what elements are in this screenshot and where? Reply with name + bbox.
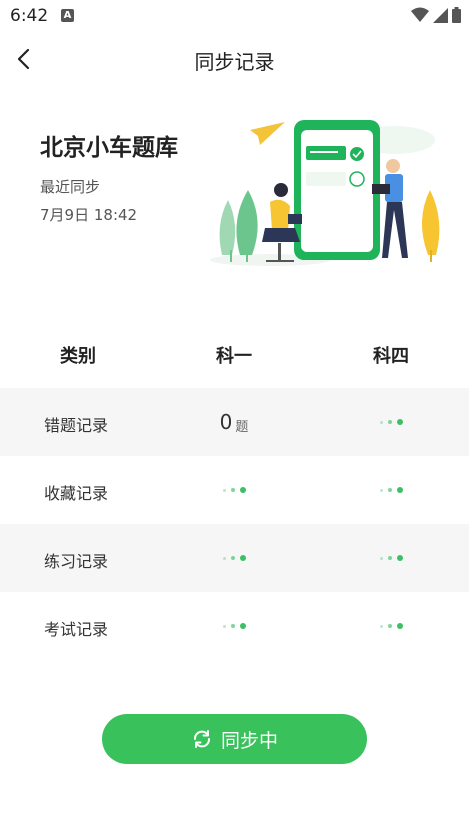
k1-loading-indicator [194,524,274,592]
k1-loading-indicator [194,456,274,524]
status-time: 6:42 [10,6,49,26]
k4-loading-indicator [351,388,431,456]
row-label: 考试记录 [44,620,109,639]
k1-count-cell: 0 题 [194,388,274,456]
column-header-category: 类别 [60,346,96,367]
table-row-practice: 练习记录 [0,524,469,592]
nav-bar: 同步记录 [0,32,469,88]
k1-loading-indicator [194,592,274,660]
table-row-wrong-questions: 错题记录 0 题 [0,388,469,456]
sync-button-label: 同步中 [220,729,278,752]
k4-loading-indicator [351,524,431,592]
page-title: 同步记录 [194,50,275,74]
wifi-icon [411,7,429,22]
k4-loading-indicator [351,592,431,660]
count-unit: 题 [235,419,249,435]
count-value: 0 [219,410,233,434]
sync-illustration [210,120,440,266]
k4-loading-indicator [351,456,431,524]
table-row-favorites: 收藏记录 [0,456,469,524]
table-header: 类别 科一 科四 [0,322,469,386]
question-bank-title: 北京小车题库 [40,135,178,161]
battery-icon [452,7,461,23]
row-label: 收藏记录 [44,484,109,503]
column-header-k4: 科四 [373,346,409,367]
column-header-k1: 科一 [216,346,252,367]
status-icons [411,7,461,23]
last-sync-time: 7月9日 18:42 [40,206,138,224]
sync-button[interactable]: 同步中 [102,714,367,764]
signal-icon [433,7,448,23]
table-row-exam: 考试记录 [0,592,469,660]
last-sync-label: 最近同步 [40,178,101,196]
status-bar: 6:42 A [0,0,469,32]
row-label: 练习记录 [44,552,109,571]
row-label: 错题记录 [44,416,109,435]
refresh-icon [193,730,210,748]
notification-icon: A [61,9,74,22]
